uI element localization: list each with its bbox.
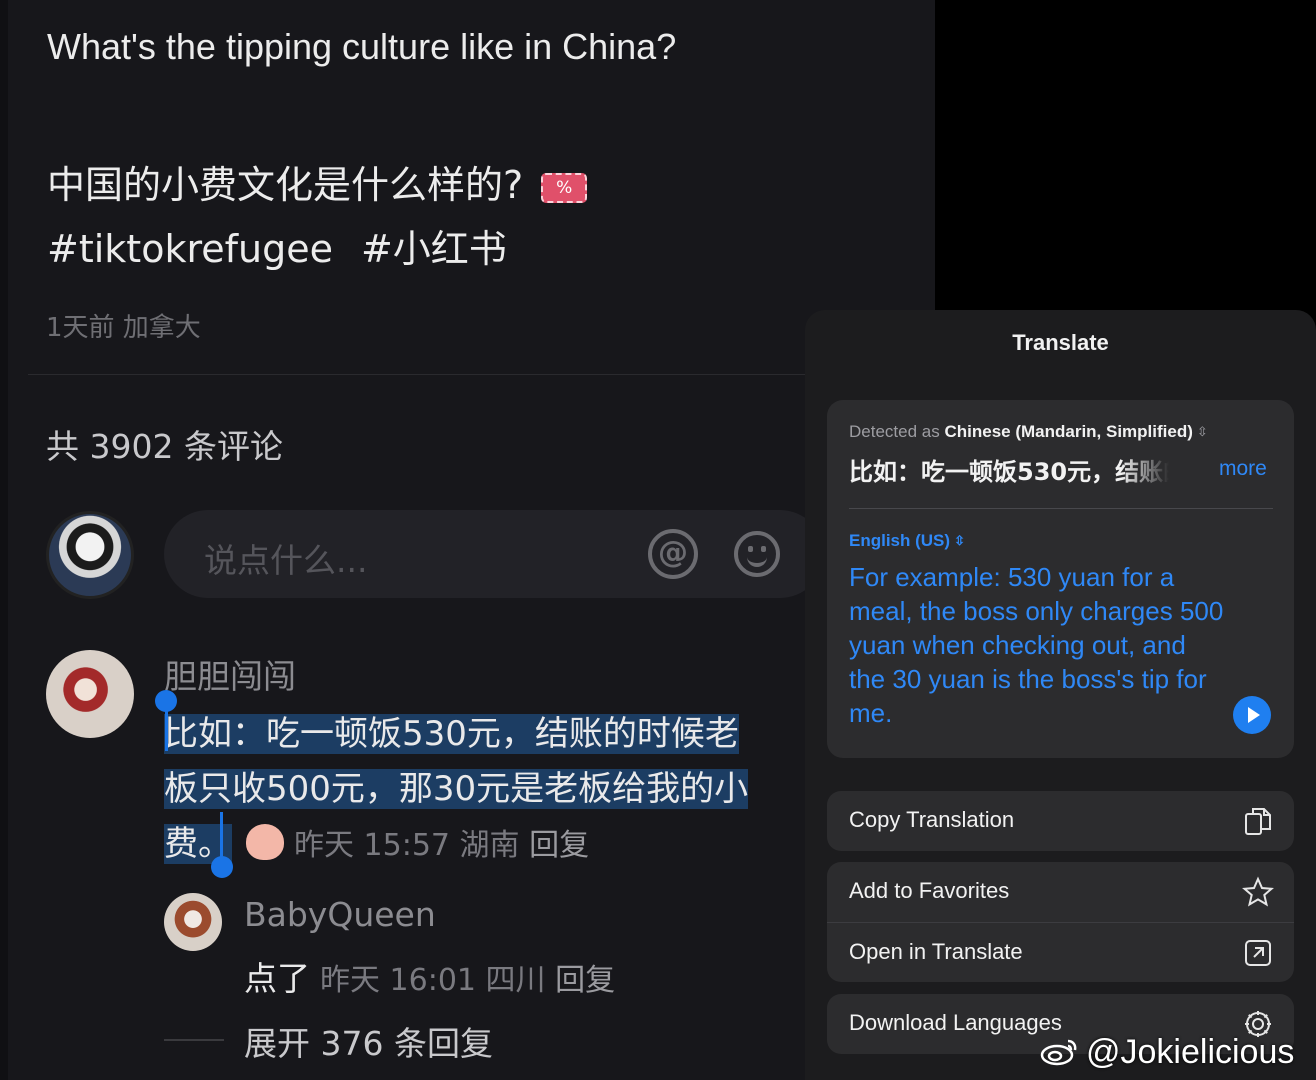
comment-author[interactable]: 胆胆闯闯 bbox=[164, 650, 296, 698]
post-title-en: What's the tipping culture like in China… bbox=[47, 26, 677, 67]
open-in-translate-button[interactable]: Open in Translate bbox=[827, 922, 1294, 982]
commenter-avatar[interactable] bbox=[46, 650, 134, 738]
action-label: Copy Translation bbox=[849, 807, 1015, 832]
card-divider bbox=[849, 508, 1273, 509]
tag-tiktokrefugee[interactable]: #tiktokrefugee bbox=[47, 227, 333, 271]
selection-start-bar bbox=[165, 705, 168, 751]
comment-meta: 昨天 15:57 湖南 回复 bbox=[294, 828, 589, 863]
selected-text[interactable]: 比如：吃一顿饭530元，结账的时候老 bbox=[164, 714, 739, 754]
action-label: Open in Translate bbox=[849, 939, 1023, 964]
copy-translation-button[interactable]: Copy Translation bbox=[827, 791, 1294, 851]
post-meta: 1天前 加拿大 bbox=[46, 313, 201, 343]
post-panel: What's the tipping culture like in China… bbox=[0, 0, 935, 1080]
watermark: @Jokielicious bbox=[1040, 1033, 1294, 1072]
reply-location: 四川 bbox=[485, 963, 546, 998]
translation-card: Detected as Chinese (Mandarin, Simplifie… bbox=[827, 400, 1294, 758]
translation-text: For example: 530 yuan for a meal, the bo… bbox=[849, 562, 1224, 728]
selected-text[interactable]: 板只收500元，那30元是老板给我的小 bbox=[164, 769, 749, 809]
reply-author[interactable]: BabyQueen bbox=[244, 895, 436, 934]
post-title-cn: 中国的小费文化是什么样的?% bbox=[47, 154, 588, 209]
expand-replies-button[interactable]: 展开 376 条回复 bbox=[244, 1017, 493, 1065]
chevron-updown-icon: ⇳ bbox=[954, 533, 965, 548]
add-to-favorites-button[interactable]: Add to Favorites bbox=[827, 862, 1294, 922]
selection-end-handle[interactable] bbox=[211, 856, 233, 878]
post-tags: #tiktokrefugee #小红书 bbox=[47, 218, 535, 273]
chevron-updown-icon: ⇳ bbox=[1196, 424, 1208, 439]
target-language-selector[interactable]: English (US) ⇳ bbox=[849, 531, 965, 551]
comment-text-line[interactable]: 板只收500元，那30元是老板给我的小 bbox=[164, 761, 749, 810]
divider bbox=[28, 374, 828, 375]
detected-language-selector[interactable]: Detected as Chinese (Mandarin, Simplifie… bbox=[849, 422, 1208, 442]
comment-input[interactable]: 说点什么... @ bbox=[164, 510, 824, 598]
ticket-emoji-icon: % bbox=[541, 172, 588, 203]
detected-language: Chinese (Mandarin, Simplified) bbox=[944, 422, 1193, 441]
reply-text[interactable]: 点了 昨天 16:01 四川 回复 bbox=[244, 952, 615, 1000]
play-icon[interactable] bbox=[1233, 696, 1271, 734]
expand-divider bbox=[164, 1039, 224, 1041]
sheet-title: Translate bbox=[1012, 330, 1109, 355]
source-text: 比如：吃一顿饭530元，结账的时候老 bbox=[849, 458, 1169, 486]
target-language: English (US) bbox=[849, 531, 951, 550]
comment-location: 湖南 bbox=[459, 828, 520, 863]
action-label: Add to Favorites bbox=[849, 878, 1010, 903]
translate-sheet: Translate Detected as Chinese (Mandarin,… bbox=[805, 310, 1316, 1080]
selection-end-bar bbox=[220, 812, 223, 858]
panel-edge bbox=[0, 0, 8, 1080]
action-label: Download Languages bbox=[849, 1010, 1062, 1035]
comment-time: 昨天 15:57 bbox=[294, 828, 450, 863]
comment-input-placeholder: 说点什么... bbox=[204, 541, 368, 580]
at-mention-icon[interactable]: @ bbox=[648, 529, 698, 579]
comment-count: 共 3902 条评论 bbox=[46, 427, 283, 466]
action-group: Copy Translation bbox=[827, 791, 1294, 851]
comment-text-line[interactable]: 比如：吃一顿饭530元，结账的时候老 bbox=[164, 706, 739, 755]
reply-body: 点了 bbox=[244, 959, 310, 998]
copy-icon bbox=[1245, 808, 1271, 835]
watermark-text: @Jokielicious bbox=[1086, 1033, 1295, 1071]
my-avatar[interactable] bbox=[46, 511, 134, 599]
peach-emoji-icon bbox=[246, 823, 284, 860]
tag-xiaohongshu[interactable]: #小红书 bbox=[361, 227, 507, 271]
weibo-icon bbox=[1040, 1039, 1077, 1066]
detected-prefix: Detected as bbox=[849, 422, 940, 441]
reply-meta: 昨天 16:01 四川 回复 bbox=[320, 963, 615, 998]
reply-avatar[interactable] bbox=[164, 893, 222, 951]
reply-button[interactable]: 回复 bbox=[555, 963, 615, 998]
open-external-icon bbox=[1245, 940, 1271, 966]
reply-button[interactable]: 回复 bbox=[529, 828, 589, 863]
reply-time: 昨天 16:01 bbox=[320, 963, 476, 998]
more-link[interactable]: more bbox=[1219, 457, 1267, 481]
action-group: Add to Favorites Open in Translate bbox=[827, 862, 1294, 982]
star-icon bbox=[1242, 876, 1274, 907]
emoji-icon[interactable] bbox=[734, 531, 780, 577]
post-title-cn-text: 中国的小费文化是什么样的? bbox=[47, 163, 524, 207]
